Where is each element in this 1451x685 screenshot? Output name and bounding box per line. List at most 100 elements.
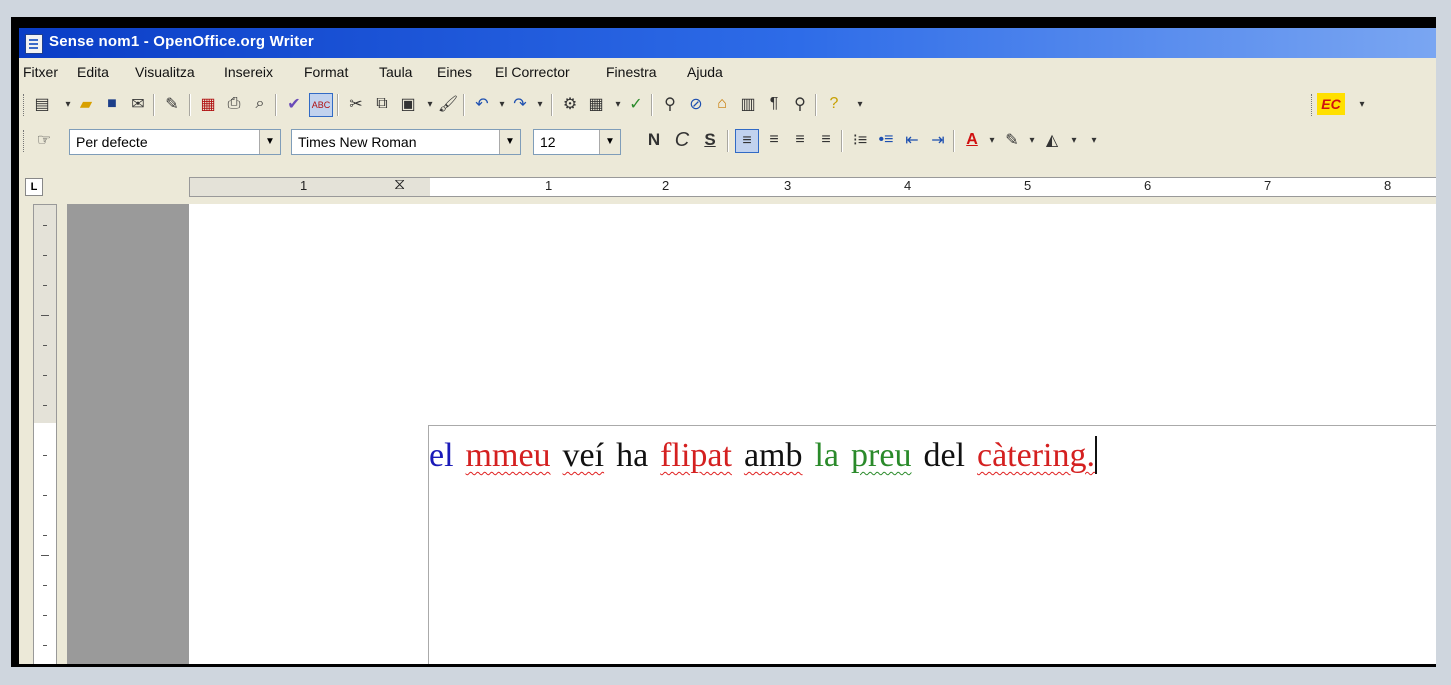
menu-taula[interactable]: Taula [379,64,412,80]
italic-button[interactable]: C [671,129,693,151]
font-color-icon[interactable]: A [961,129,983,151]
export-pdf-icon[interactable]: ▦ [197,93,219,115]
print-icon[interactable]: ⎙ [223,93,245,115]
document-word[interactable]: càtering. [977,437,1095,474]
menu-visualitza[interactable]: Visualitza [135,64,195,80]
highlighting-icon[interactable]: ✎ [1001,129,1023,151]
indent-marker-icon[interactable]: ⧖ [394,176,405,194]
paragraph-style-value: Per defecte [76,134,148,150]
toolbar-grip[interactable] [1311,94,1315,116]
gallery-icon[interactable]: ⌂ [711,93,733,115]
separator [953,130,955,152]
document-word[interactable]: ha [616,437,648,474]
align-center-icon[interactable]: ≡ [763,129,785,151]
vertical-ruler[interactable] [33,204,57,664]
menu-edita[interactable]: Edita [77,64,109,80]
document-word[interactable]: el [429,437,454,474]
print-preview-icon[interactable]: ⌕ [249,93,271,115]
undo-icon[interactable]: ↶ [471,93,493,115]
hyperlink-icon[interactable]: ⚙ [559,93,581,115]
background-color-dropdown-icon[interactable]: ▾ [1063,129,1085,151]
redo-dropdown-icon[interactable]: ▾ [529,93,551,115]
toolbar-grip[interactable] [23,130,27,152]
menu-fitxer[interactable]: Fitxer [23,64,58,80]
ruler-tick [43,615,47,616]
justify-icon[interactable]: ≡ [815,129,837,151]
open-folder-icon[interactable]: ▰ [75,93,97,115]
cut-icon[interactable]: ✂ [345,93,367,115]
menu-ajuda[interactable]: Ajuda [687,64,723,80]
horizontal-ruler[interactable]: 1 ⧖ 1 2 3 4 5 6 7 8 [189,176,1436,197]
chevron-down-icon[interactable]: ▼ [599,130,620,154]
highlighting-dropdown-icon[interactable]: ▾ [1021,129,1043,151]
ruler-number: 7 [1264,178,1272,193]
document-word[interactable]: mmeu [466,437,551,474]
toolbar-grip[interactable] [23,94,27,116]
ruler-tick [43,405,47,406]
align-left-icon[interactable]: ≡ [735,129,759,153]
chevron-down-icon[interactable]: ▼ [499,130,520,154]
window-title: Sense nom1 - OpenOffice.org Writer [49,33,314,50]
text-area[interactable]: el mmeu veí ha flipat amb la preu del càtering. [428,425,1436,664]
ruler-tick [43,495,47,496]
ruler-number: 4 [904,178,912,193]
title-bar[interactable]: Sense nom1 - OpenOffice.org Writer [19,28,1436,58]
underline-button[interactable]: S [699,129,721,151]
document-word[interactable]: preu [851,437,911,474]
numbering-icon[interactable]: ⁝≡ [849,129,871,151]
font-color-dropdown-icon[interactable]: ▾ [981,129,1003,151]
increase-indent-icon[interactable]: ⇥ [927,129,949,151]
menu-el-corrector[interactable]: El Corrector [495,64,570,80]
document-word[interactable]: flipat [660,437,732,474]
find-replace-icon[interactable]: ⚲ [659,93,681,115]
redo-icon[interactable]: ↷ [509,93,531,115]
clone-formatting-icon[interactable]: 🖌 [437,93,459,115]
email-icon[interactable]: ✉ [127,93,149,115]
show-draw-functions-icon[interactable]: ✓ [625,93,647,115]
menu-format[interactable]: Format [304,64,348,80]
ruler-tick [43,285,47,286]
styles-formatting-icon[interactable]: ☞ [33,129,55,151]
document-word[interactable]: amb [744,437,803,474]
font-size-combo[interactable]: 12 ▼ [533,129,621,155]
menu-finestra[interactable]: Finestra [606,64,657,80]
paste-icon[interactable]: ▣ [397,93,419,115]
document-page[interactable]: el mmeu veí ha flipat amb la preu del càtering. [189,204,1436,664]
chevron-down-icon[interactable]: ▼ [259,130,280,154]
toolbar-options-icon[interactable]: ▾ [849,93,871,115]
help-icon[interactable]: ? [823,93,845,115]
document-word[interactable]: veí [563,437,605,474]
document-text-line[interactable]: el mmeu veí ha flipat amb la preu del càtering. [429,436,1109,475]
auto-spellcheck-icon[interactable]: ABC [309,93,333,117]
menu-eines[interactable]: Eines [437,64,472,80]
background-color-icon[interactable]: ◭ [1041,129,1063,151]
ruler-number: 5 [1024,178,1032,193]
font-name-combo[interactable]: Times New Roman ▼ [291,129,521,155]
tab-stop-selector[interactable]: L [25,178,43,196]
new-document-icon[interactable]: ▤ [31,93,53,115]
toolbar-options-icon[interactable]: ▾ [1083,129,1105,151]
align-right-icon[interactable]: ≡ [789,129,811,151]
decrease-indent-icon[interactable]: ⇤ [901,129,923,151]
document-word[interactable]: del [923,437,965,474]
bold-button[interactable]: N [643,129,665,151]
table-icon[interactable]: ▦ [585,93,607,115]
el-corrector-badge[interactable]: EC [1317,93,1345,115]
formatting-marks-icon[interactable]: ¶ [763,93,785,115]
zoom-icon[interactable]: ⚲ [789,93,811,115]
navigator-icon[interactable]: ⊘ [685,93,707,115]
menu-insereix[interactable]: Insereix [224,64,273,80]
ruler-number: 8 [1384,178,1392,193]
formatting-toolbar: ☞ Per defecte ▼ Times New Roman ▼ 12 ▼ N… [19,122,1436,158]
spellcheck-icon[interactable]: ✔ [283,93,305,115]
data-sources-icon[interactable]: ▥ [737,93,759,115]
copy-icon[interactable]: ⧉ [371,93,393,115]
bullets-icon[interactable]: •≡ [875,129,897,151]
separator [189,94,191,116]
extension-toolbar-options-icon[interactable]: ▾ [1351,93,1373,115]
paragraph-style-combo[interactable]: Per defecte ▼ [69,129,281,155]
document-word[interactable]: la [814,437,839,474]
edit-file-icon[interactable]: ✎ [161,93,183,115]
ruler-number: 1 [300,178,308,193]
save-icon[interactable]: ■ [101,93,123,115]
